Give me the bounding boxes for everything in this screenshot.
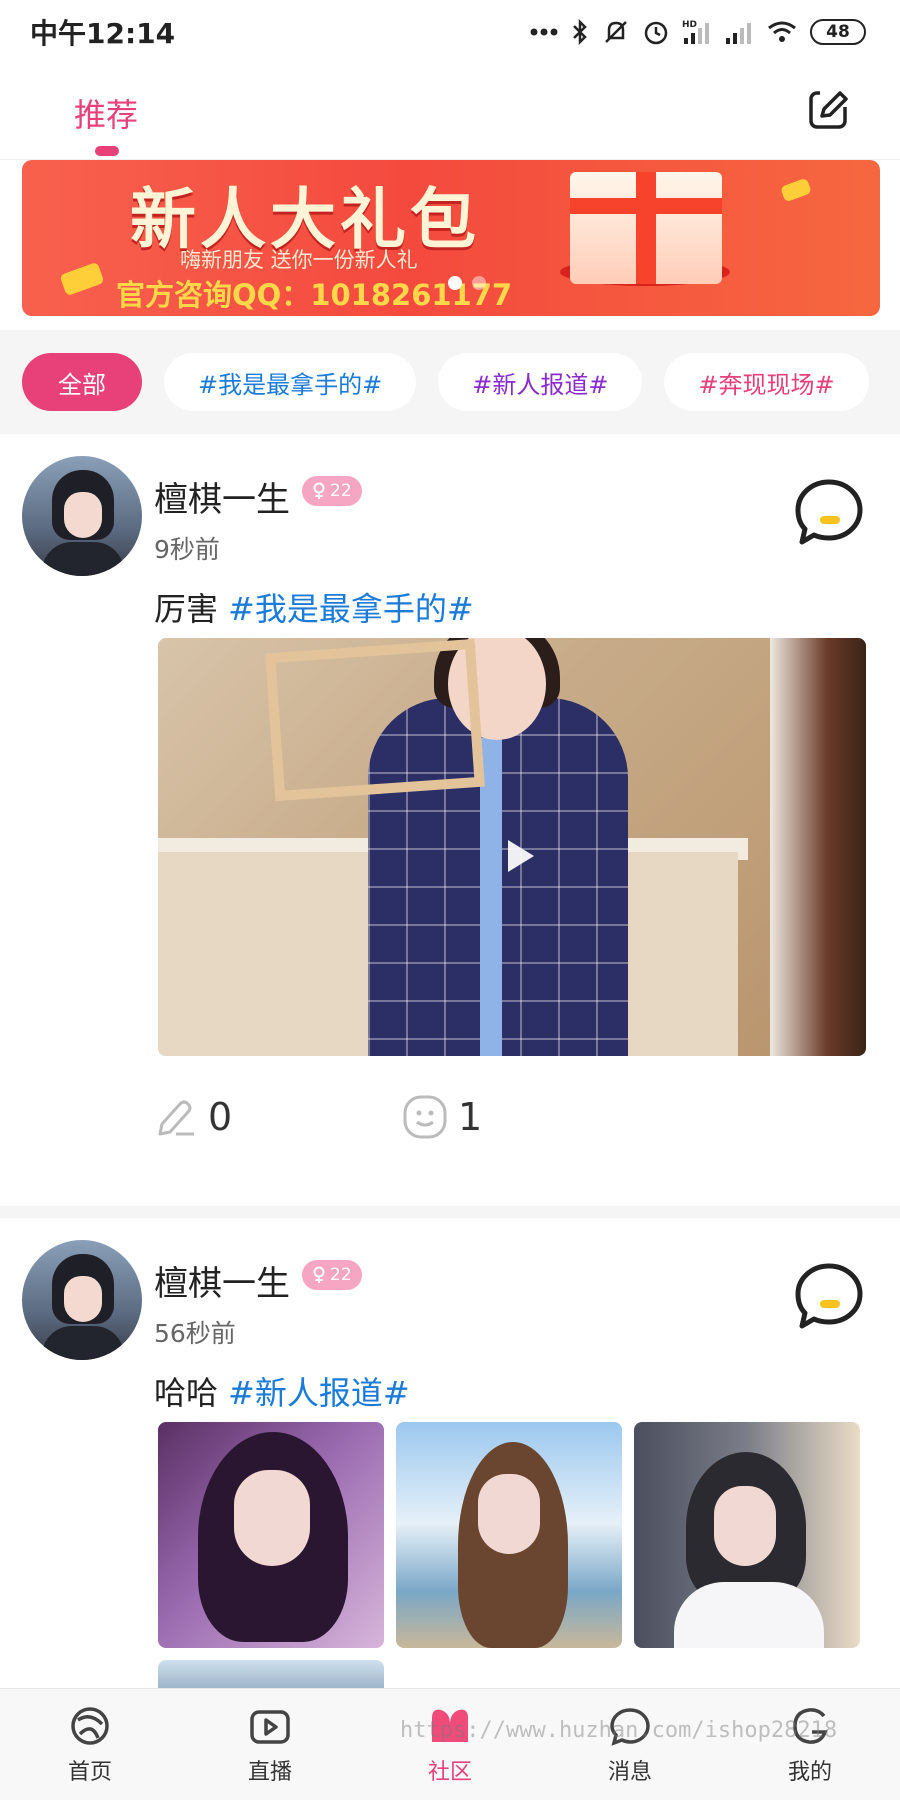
alarm-icon	[644, 21, 668, 45]
chat-bubble-icon[interactable]	[792, 1260, 866, 1334]
nav-label: 我的	[787, 1759, 832, 1785]
post-time: 56秒前	[154, 1319, 236, 1348]
mute-icon	[605, 21, 627, 43]
status-icons: HD 48	[530, 18, 866, 46]
watermark: https://www.huzhan.com/ishop28218	[400, 1718, 838, 1743]
tab-indicator	[95, 146, 119, 156]
wifi-icon	[768, 21, 796, 42]
gender-badge: 22	[302, 1260, 362, 1290]
bluetooth-icon	[573, 18, 587, 46]
post-topic-tag[interactable]: #我是最拿手的#	[228, 590, 474, 628]
nav-label: 首页	[67, 1759, 112, 1785]
comment-count-value: 1	[458, 1095, 483, 1139]
post-text: 厉害 #我是最拿手的#	[154, 584, 474, 630]
home-swirl-icon	[71, 1706, 109, 1745]
chip-topic-best[interactable]: #我是最拿手的#	[164, 353, 417, 411]
avatar[interactable]	[22, 456, 142, 576]
chat-bubble-icon[interactable]	[792, 476, 866, 550]
tab-recommend[interactable]: 推荐	[74, 90, 138, 136]
battery-indicator: 48	[810, 19, 866, 45]
female-icon	[313, 482, 325, 499]
gold-coin-decoration	[780, 177, 812, 203]
post-body: 哈哈	[154, 1374, 219, 1412]
post-username[interactable]: 檀棋一生	[154, 1256, 290, 1305]
nav-live[interactable]: 直播	[180, 1689, 360, 1800]
banner-dot[interactable]	[448, 276, 462, 290]
nav-profile[interactable]: 我的	[720, 1689, 900, 1800]
live-play-icon	[250, 1709, 290, 1744]
nav-home[interactable]: 首页	[0, 1689, 180, 1800]
nav-community[interactable]: 社区	[360, 1689, 540, 1800]
banner-dot[interactable]	[472, 276, 486, 290]
chip-all[interactable]: 全部	[22, 353, 142, 411]
signal-hd-icon: HD	[682, 20, 709, 44]
more-dots-icon	[530, 28, 558, 36]
photo-grid	[158, 1422, 860, 1648]
gift-box-icon	[570, 172, 722, 284]
post-photo[interactable]	[158, 1422, 384, 1648]
chip-topic-meetup[interactable]: #奔现现场#	[664, 353, 869, 411]
age-label: 22	[330, 481, 352, 501]
like-count[interactable]: 0	[154, 1094, 232, 1140]
nav-messages[interactable]: 消息	[540, 1689, 720, 1800]
chip-topic-newcomer[interactable]: #新人报道#	[438, 353, 643, 411]
nav-label: 直播	[247, 1759, 292, 1785]
like-pencil-icon	[158, 1100, 194, 1136]
age-label: 22	[330, 1265, 352, 1285]
app-screen: 中午12:14 HD 48 推荐 新人大礼包 嗨新朋友 送你一份新人礼 官方咨询…	[0, 0, 900, 1800]
post-topic-tag[interactable]: #新人报道#	[228, 1374, 410, 1412]
post-body: 厉害	[154, 590, 219, 628]
video-thumbnail[interactable]	[158, 638, 866, 1056]
nav-label: 社区	[427, 1759, 472, 1785]
post-text: 哈哈 #新人报道#	[154, 1368, 410, 1414]
bottom-nav: 首页 直播 社区 消息 我的	[0, 1688, 900, 1800]
nav-label: 消息	[607, 1759, 652, 1785]
top-bar: 推荐	[0, 64, 900, 160]
post-divider	[0, 1206, 900, 1218]
post-username[interactable]: 檀棋一生	[154, 472, 290, 521]
comment-count[interactable]: 1	[402, 1094, 482, 1140]
play-icon[interactable]	[508, 840, 534, 872]
gender-badge: 22	[302, 476, 362, 506]
gold-coin-decoration	[59, 261, 105, 297]
status-time: 中午12:14	[30, 17, 176, 50]
promo-banner[interactable]: 新人大礼包 嗨新朋友 送你一份新人礼 官方咨询QQ：1018261177	[22, 160, 880, 316]
svg-text:HD: HD	[682, 20, 697, 30]
edit-post-button[interactable]	[808, 88, 850, 130]
post-time: 9秒前	[154, 535, 220, 564]
banner-subtitle: 嗨新朋友 送你一份新人礼	[180, 248, 418, 272]
smiley-icon	[403, 1095, 447, 1139]
feed-post: 檀棋一生 22 9秒前 厉害 #我是最拿手的# 0 1	[0, 434, 900, 1206]
topic-filter-bar: 全部 #我是最拿手的# #新人报道# #奔现现场#	[0, 330, 900, 434]
avatar[interactable]	[22, 1240, 142, 1360]
signal-icon	[726, 23, 751, 44]
post-photo[interactable]	[634, 1422, 860, 1648]
feed-post: 檀棋一生 22 56秒前 哈哈 #新人报道#	[0, 1218, 900, 1690]
status-bar: 中午12:14 HD 48	[0, 0, 900, 64]
like-count-value: 0	[208, 1095, 233, 1139]
post-photo[interactable]	[396, 1422, 622, 1648]
banner-pagination	[448, 276, 486, 290]
female-icon	[313, 1266, 325, 1283]
post-photo[interactable]	[158, 1660, 384, 1690]
